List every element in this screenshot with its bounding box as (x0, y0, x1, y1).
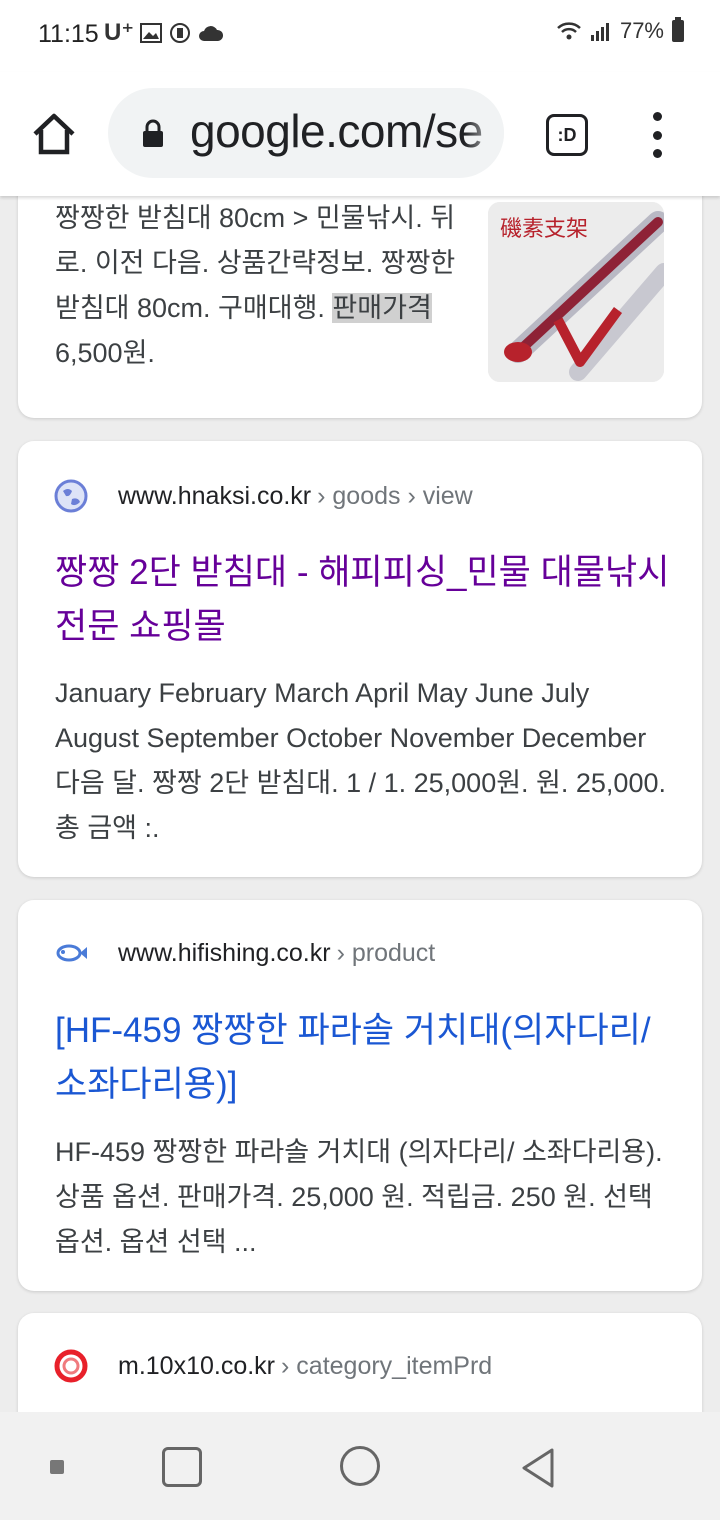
result-path: › category_itemPrd (281, 1351, 493, 1380)
menu-dot (652, 130, 662, 140)
fish-icon (54, 936, 88, 970)
signal-icon (590, 23, 609, 41)
result-title-link[interactable]: [HF-459 짱짱한 파라솔 거치대(의자다리/소좌다리용)] (55, 1004, 675, 1112)
url-text: google.com/se (190, 105, 483, 157)
more-menu-button[interactable] (646, 112, 668, 158)
result-path: › goods › view (317, 481, 473, 510)
browser-toolbar: google.com/se :D (0, 72, 720, 196)
thumbnail-logo: 磯素支架 (500, 217, 588, 242)
carrier-label: U⁺ (104, 19, 134, 46)
snippet-highlight: 판매가격 (332, 293, 432, 323)
result-domain: www.hnaksi.co.kr (118, 481, 312, 510)
result-domain: www.hifishing.co.kr (118, 938, 331, 967)
result-thumbnail[interactable]: 磯素支架 (488, 202, 664, 382)
product-image: 磯素支架 (488, 202, 664, 382)
home-circle-button[interactable] (340, 1446, 380, 1486)
home-button[interactable] (26, 106, 82, 162)
lock-icon (143, 119, 163, 147)
result-path: › product (336, 938, 436, 967)
recents-dot-icon[interactable] (50, 1460, 64, 1474)
status-left-icons: U⁺ (104, 18, 224, 47)
battery-icon (672, 17, 684, 42)
home-icon (33, 113, 75, 155)
result-site-row[interactable]: www.hifishing.co.kr › product (54, 936, 435, 970)
tab-switcher-label: :D (557, 124, 577, 145)
result-site-row[interactable]: www.hnaksi.co.kr › goods › view (54, 479, 473, 513)
image-icon (140, 22, 162, 43)
globe-icon (54, 479, 88, 513)
back-icon[interactable] (518, 1446, 558, 1490)
result-title-link[interactable]: 짱짱 2단 받침대 - 해피피싱_민물 대물낚시 전문 쇼핑몰 (55, 546, 675, 654)
menu-dot (652, 149, 662, 158)
battery-percent: 77% (619, 18, 664, 43)
status-time: 11:15 (38, 20, 99, 48)
result-card[interactable]: www.hnaksi.co.kr › goods › view 짱짱 2단 받침… (18, 441, 702, 877)
url-fade (464, 88, 504, 178)
result-site-row[interactable]: m.10x10.co.kr › category_itemPrd (54, 1349, 492, 1383)
system-nav-bar (0, 1412, 720, 1520)
snippet-text: 6,500원. (55, 338, 155, 368)
result-card[interactable]: 짱짱한 받침대 80cm > 민물낚시. 뒤로. 이전 다음. 상품간략정보. … (18, 170, 702, 418)
ring-icon (54, 1349, 88, 1383)
wifi-icon (557, 22, 581, 40)
status-bar: 11:15 U⁺ 77% (0, 0, 720, 72)
result-snippet: HF-459 짱짱한 파라솔 거치대 (의자다리/ 소좌다리용). 상품 옵션.… (55, 1137, 663, 1257)
url-bar[interactable]: google.com/se (108, 88, 504, 178)
result-domain: m.10x10.co.kr (118, 1351, 276, 1380)
tab-switcher-button[interactable]: :D (546, 114, 588, 156)
menu-dot (652, 112, 662, 121)
sync-icon (170, 22, 190, 43)
result-snippet: January February March April May June Ju… (55, 678, 666, 843)
result-snippet: 짱짱한 받침대 80cm > 민물낚시. 뒤로. 이전 다음. 상품간략정보. … (55, 196, 465, 376)
status-right-icons: 77% (556, 17, 684, 44)
result-card[interactable]: www.hifishing.co.kr › product [HF-459 짱짱… (18, 900, 702, 1291)
overview-button[interactable] (162, 1447, 202, 1487)
cloud-icon (199, 25, 224, 41)
